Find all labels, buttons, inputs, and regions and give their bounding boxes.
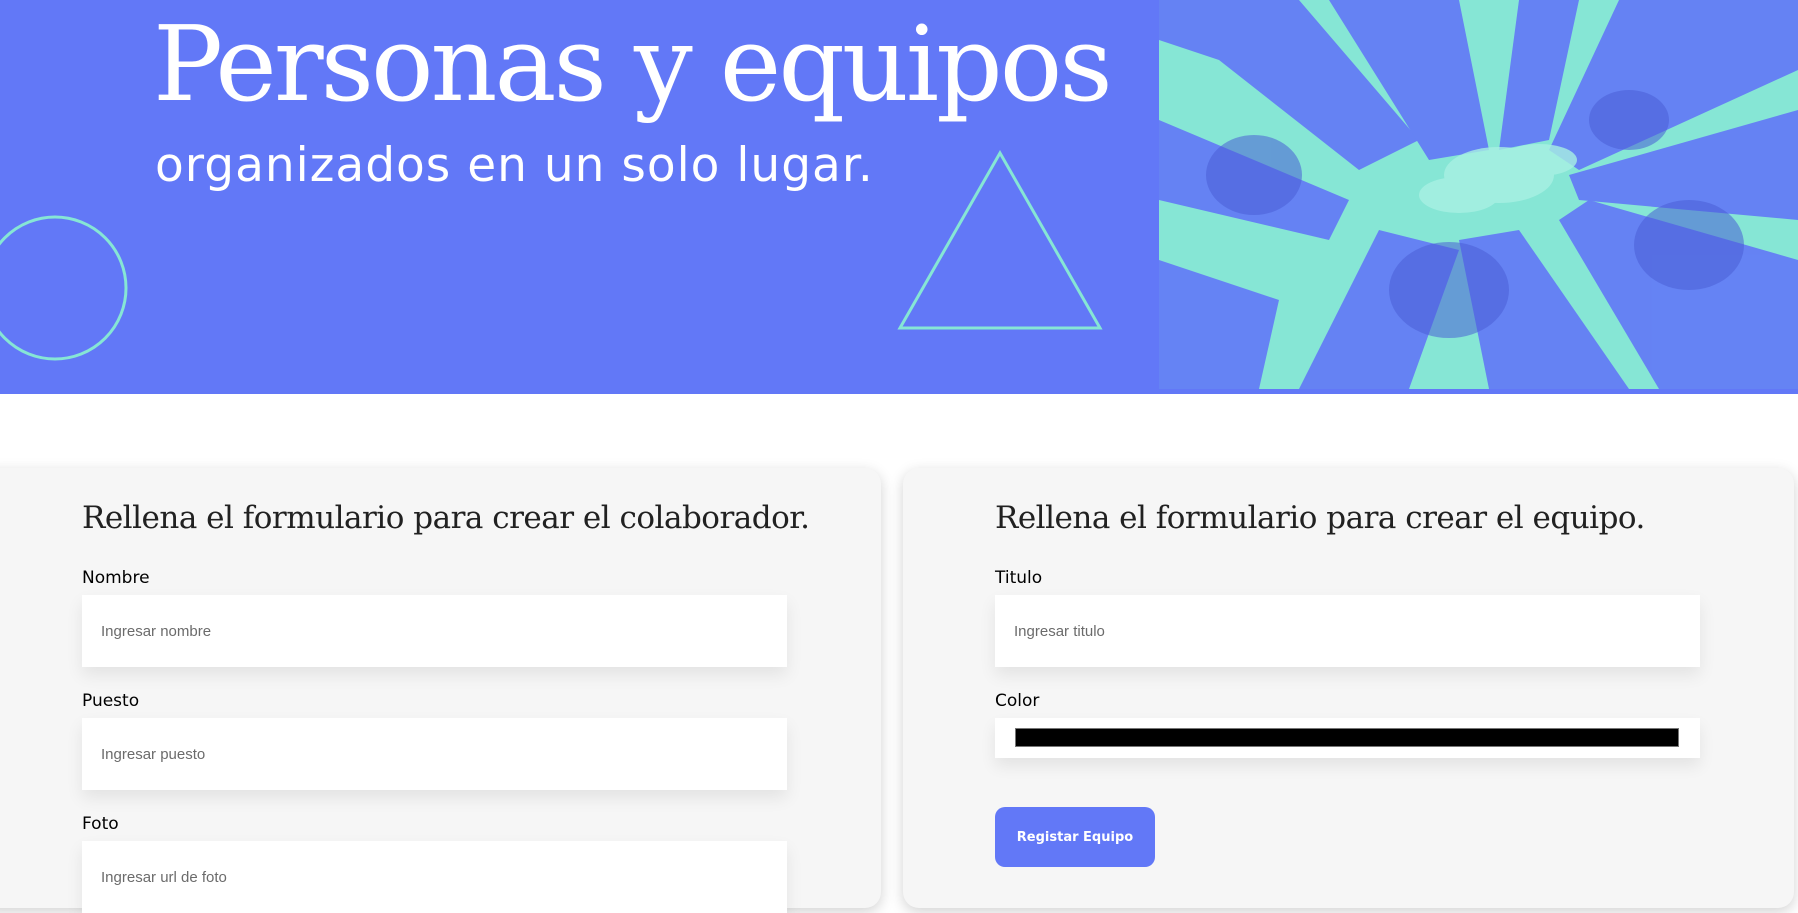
color-picker-field[interactable]	[995, 718, 1700, 758]
team-form: Rellena el formulario para crear el equi…	[903, 468, 1794, 908]
position-input[interactable]	[82, 718, 787, 790]
triangle-decoration-icon	[897, 149, 1103, 330]
color-swatch[interactable]	[1015, 728, 1679, 747]
photo-label: Foto	[82, 814, 119, 834]
name-label: Nombre	[82, 568, 150, 588]
title-label: Titulo	[995, 568, 1043, 588]
collaborator-form: Rellena el formulario para crear el cola…	[0, 468, 881, 913]
hero-subtitle: organizados en un solo lugar.	[155, 138, 874, 193]
register-team-button[interactable]: Registar Equipo	[995, 807, 1155, 867]
name-input[interactable]	[82, 595, 787, 667]
team-hands-photo	[1159, 0, 1798, 389]
team-form-heading: Rellena el formulario para crear el equi…	[995, 500, 1645, 536]
collaborator-form-heading: Rellena el formulario para crear el cola…	[82, 500, 810, 536]
photo-url-input[interactable]	[82, 841, 787, 913]
title-input[interactable]	[995, 595, 1700, 667]
hero-banner: Personas y equipos organizados en un sol…	[0, 0, 1798, 394]
color-label: Color	[995, 691, 1040, 711]
circle-decoration-icon	[0, 215, 128, 361]
position-label: Puesto	[82, 691, 140, 711]
hero-title: Personas y equipos	[153, 3, 1113, 125]
